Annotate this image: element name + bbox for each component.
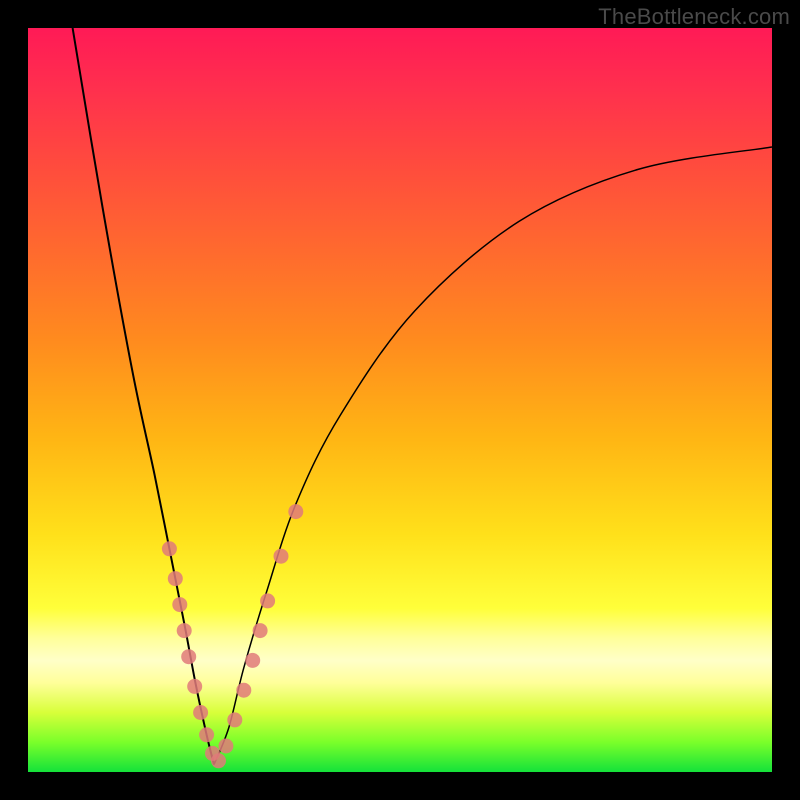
sample-dot — [193, 705, 208, 720]
sample-dot — [168, 571, 183, 586]
chart-frame: TheBottleneck.com — [0, 0, 800, 800]
watermark-text: TheBottleneck.com — [598, 4, 790, 30]
sample-dot — [218, 739, 233, 754]
sample-dot — [187, 679, 202, 694]
curve-group — [73, 28, 772, 765]
chart-svg — [28, 28, 772, 772]
sample-dot — [172, 597, 187, 612]
sample-dot — [199, 727, 214, 742]
sample-dot — [162, 541, 177, 556]
sample-dot — [177, 623, 192, 638]
sample-dot — [236, 683, 251, 698]
sample-dot — [245, 653, 260, 668]
sample-dot — [260, 593, 275, 608]
right-branch-curve — [214, 147, 772, 765]
sample-dot — [181, 649, 196, 664]
sample-dot — [274, 549, 289, 564]
sample-dot — [211, 753, 226, 768]
sample-dot — [288, 504, 303, 519]
sample-dot — [253, 623, 268, 638]
chart-plot-area — [28, 28, 772, 772]
sample-dot — [227, 712, 242, 727]
